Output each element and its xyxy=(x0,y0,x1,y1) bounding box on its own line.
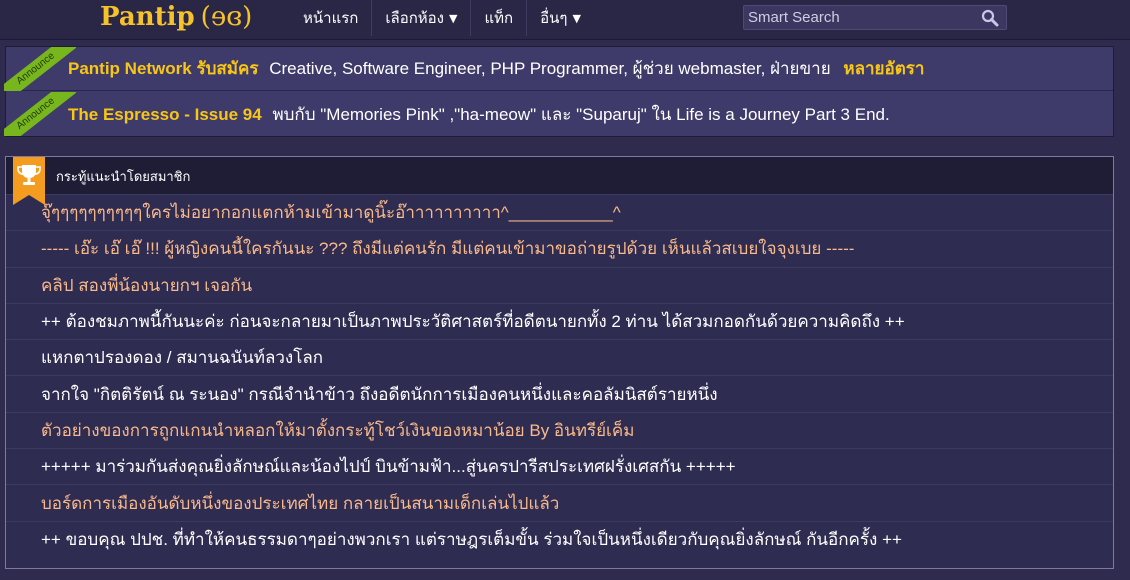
topic-link[interactable]: ++ ขอบคุณ ปปช. ที่ทำให้คนธรรมดาๆอย่างพวก… xyxy=(6,522,1113,558)
topic-link[interactable]: ตัวอย่างของการถูกแกนนำหลอกให้มาตั้งกระทู… xyxy=(6,413,1113,450)
topic-link[interactable]: คลิป สองพี่น้องนายกฯ เจอกัน xyxy=(6,268,1113,304)
main-nav: หน้าแรก เลือกห้อง ▼ แท็ก อื่นๆ ▼ xyxy=(290,0,594,36)
nav-select-room-label: เลือกห้อง xyxy=(385,9,445,27)
announce-badge: Announce xyxy=(4,46,76,91)
announcement-title[interactable]: The Espresso - Issue 94 xyxy=(68,105,262,124)
announcement-item[interactable]: Announce The Espresso - Issue 94 พบกับ "… xyxy=(4,91,1113,137)
announce-ribbon: Announce xyxy=(4,92,76,136)
announcement-box: Announce Pantip Network รับสมัคร Creativ… xyxy=(4,46,1114,137)
topic-link[interactable]: +++++ มาร่วมกันส่งคุณยิ่งลักษณ์และน้องไป… xyxy=(6,449,1113,486)
search-input[interactable] xyxy=(744,6,974,29)
logo-text: Pantip xyxy=(100,2,195,32)
pantip-logo[interactable]: Pantip (ɘɞ) xyxy=(100,0,252,34)
announce-badge: Announce xyxy=(4,92,76,136)
nav-select-room[interactable]: เลือกห้อง ▼ xyxy=(371,0,470,36)
topic-link[interactable]: แหกตาปรองดอง / สมานฉนันท์ลวงโลก xyxy=(6,340,1113,377)
topic-link[interactable]: บอร์ดการเมืองอันดับหนึ่งของประเทศไทย กลา… xyxy=(6,485,1113,522)
nav-tags-label: แท็ก xyxy=(484,9,514,27)
topic-link[interactable]: ++ ต้องชมภาพนี้กันนะค่ะ ก่อนจะกลายมาเป็น… xyxy=(6,304,1113,341)
topic-link[interactable]: จุ๊ๆๆๆๆๆๆๆๆๆๆใครไม่อยากอกแตกห้ามเข้ามาดู… xyxy=(6,195,1113,232)
announcement-title[interactable]: Pantip Network รับสมัคร xyxy=(68,59,258,78)
announce-ribbon: Announce xyxy=(4,46,76,91)
recommended-list: จุ๊ๆๆๆๆๆๆๆๆๆๆใครไม่อยากอกแตกห้ามเข้ามาดู… xyxy=(6,195,1113,558)
announcement-body: พบกับ "Memories Pink" ,"ha-meow" และ "Su… xyxy=(272,104,890,124)
recommended-title: กระทู้แนะนำโดยสมาชิก xyxy=(56,169,191,185)
announcement-text: The Espresso - Issue 94 พบกับ "Memories … xyxy=(68,101,890,128)
search-icon[interactable] xyxy=(981,9,999,27)
announcement-item[interactable]: Announce Pantip Network รับสมัคร Creativ… xyxy=(4,46,1113,91)
recommended-header: กระทู้แนะนำโดยสมาชิก xyxy=(6,157,1113,205)
caret-down-icon: ▼ xyxy=(449,11,458,25)
top-navigation-bar: Pantip (ɘɞ) หน้าแรก เลือกห้อง ▼ แท็ก อื่… xyxy=(0,0,1130,40)
topic-link[interactable]: ----- เอ๊ะ เอ๊ เอ๊ !!! ผู้หญิงคนนี้ใครกั… xyxy=(6,231,1113,268)
announcement-body: Creative, Software Engineer, PHP Program… xyxy=(269,59,831,78)
nav-tags[interactable]: แท็ก xyxy=(470,0,526,36)
topic-link[interactable]: จากใจ "กิตติรัตน์ ณ ระนอง" กรณีจำนำข้าว … xyxy=(6,376,1113,413)
recommended-topics-box: กระทู้แนะนำโดยสมาชิก จุ๊ๆๆๆๆๆๆๆๆๆๆใครไม่… xyxy=(5,156,1114,569)
caret-down-icon: ▼ xyxy=(572,11,581,25)
announcement-tail[interactable]: หลายอัตรา xyxy=(843,59,924,78)
nav-home[interactable]: หน้าแรก xyxy=(290,0,371,36)
smart-search-box xyxy=(743,5,1007,30)
logo-mark: (ɘɞ) xyxy=(200,2,253,32)
nav-home-label: หน้าแรก xyxy=(303,9,359,27)
nav-more[interactable]: อื่นๆ ▼ xyxy=(526,0,594,36)
announcement-text: Pantip Network รับสมัคร Creative, Softwa… xyxy=(68,55,924,82)
nav-more-label: อื่นๆ xyxy=(540,9,568,27)
